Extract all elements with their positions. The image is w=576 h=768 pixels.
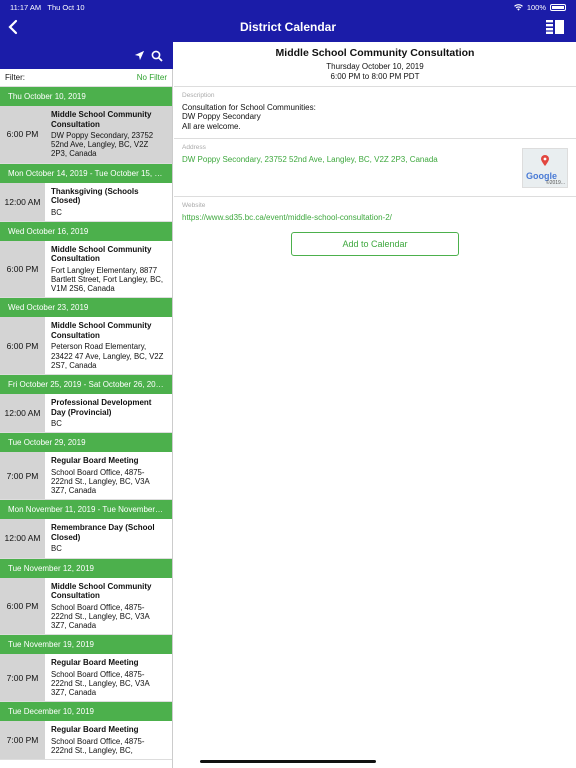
battery-icon — [550, 4, 566, 11]
event-body: Regular Board Meeting School Board Office… — [45, 654, 172, 701]
event-title: Middle School Community Consultation — [51, 321, 152, 340]
event-title: Middle School Community Consultation — [51, 110, 152, 129]
event-body: Middle School Community Consultation Fort… — [45, 241, 172, 298]
address-section: Address DW Poppy Secondary, 23752 52nd A… — [174, 138, 576, 196]
event-time: 6:00 PM — [0, 317, 45, 375]
address-link[interactable]: DW Poppy Secondary, 23752 52nd Ave, Lang… — [182, 155, 568, 164]
battery-percent: 100% — [526, 3, 546, 12]
filter-row[interactable]: Filter: No Filter — [0, 69, 172, 87]
event-location: DW Poppy Secondary, 23752 52nd Ave, Lang… — [51, 131, 154, 159]
event-row[interactable]: 7:00 PM Regular Board Meeting School Board… — [0, 721, 172, 761]
description-line: Consultation for School Communities: — [182, 103, 316, 112]
detail-title: Middle School Community Consultation — [275, 47, 475, 59]
event-location: School Board Office, 4875-222nd St., Lan… — [51, 669, 150, 698]
event-title: Remembrance Day (School Closed) — [51, 523, 155, 542]
event-title: Regular Board Meeting — [51, 725, 139, 735]
filter-label: Filter: — [5, 73, 25, 82]
event-body: Thanksgiving (Schools Closed) BC — [45, 183, 172, 221]
description-label: Description — [182, 92, 215, 99]
filter-value[interactable]: No Filter — [137, 73, 167, 82]
event-location: BC — [51, 207, 62, 217]
event-title: Professional Development Day (Provincial… — [51, 398, 152, 417]
event-time: 12:00 AM — [0, 394, 45, 433]
event-body: Regular Board Meeting School Board Office… — [45, 452, 172, 499]
event-body: Professional Development Day (Provincial… — [45, 394, 172, 432]
day-header: Mon October 14, 2019 - Tue October 15, 2… — [0, 163, 172, 183]
day-header: Tue October 29, 2019 — [0, 433, 172, 453]
event-title: Thanksgiving (Schools Closed) — [51, 186, 139, 206]
wifi-icon — [513, 4, 523, 11]
detail-time: 6:00 PM to 8:00 PM PDT — [330, 71, 420, 81]
day-header: Wed October 23, 2019 — [0, 298, 172, 318]
event-time: 6:00 PM — [0, 240, 45, 298]
status-bar: 11:17 AM Thu Oct 10 100% — [0, 2, 576, 14]
day-header: Mon November 11, 2019 - Tue November 12,… — [0, 500, 172, 520]
event-title: Middle School Community Consultation — [51, 581, 152, 601]
event-row[interactable]: 6:00 PM Middle School Community Consultat… — [0, 106, 172, 164]
event-location: School Board Office, 4875-222nd St., Lan… — [51, 602, 150, 630]
map-pin-icon — [541, 155, 549, 166]
event-time: 12:00 AM — [0, 519, 45, 558]
event-time: 7:00 PM — [0, 452, 45, 500]
add-to-calendar-button[interactable]: Add to Calendar — [291, 232, 459, 256]
event-row[interactable]: 7:00 PM Regular Board Meeting School Board… — [0, 654, 172, 703]
event-row[interactable]: 12:00 AM Remembrance Day (School Closed) B… — [0, 519, 172, 559]
event-row[interactable]: 6:00 PM Middle School Community Consultat… — [0, 317, 172, 376]
nav-title: District Calendar — [239, 20, 337, 34]
map-copyright: ©2019... — [546, 180, 565, 186]
list-toolbar — [0, 42, 173, 69]
home-indicator — [200, 760, 376, 763]
event-body: Middle School Community Consultation Pete… — [45, 317, 172, 374]
event-time: 7:00 PM — [0, 721, 45, 760]
event-body: Middle School Community Consultation Scho… — [45, 578, 172, 635]
day-header: Tue November 12, 2019 — [0, 558, 172, 578]
event-detail: Middle School Community Consultation Thu… — [174, 42, 576, 768]
event-location: Fort Langley Elementary, 8877 Bartlett S… — [51, 265, 164, 294]
search-icon[interactable] — [151, 50, 163, 62]
event-row[interactable]: 12:00 AM Professional Development Day (Pr… — [0, 394, 172, 434]
event-body: Remembrance Day (School Closed) BC — [45, 519, 172, 557]
event-title: Regular Board Meeting — [51, 658, 139, 668]
address-label: Address — [182, 144, 206, 151]
status-time: 11:17 AM Thu Oct 10 — [10, 3, 85, 12]
event-row[interactable]: 6:00 PM Middle School Community Consultat… — [0, 240, 172, 299]
event-location: Peterson Road Elementary, 23422 47 Ave, … — [51, 342, 164, 370]
event-list[interactable]: Filter: No Filter Thu October 10, 2019 6:… — [0, 69, 173, 768]
event-body: Regular Board Meeting School Board Office… — [45, 721, 172, 759]
website-link[interactable]: https://www.sd35.bc.ca/event/middle-scho… — [182, 213, 568, 222]
event-location: BC — [51, 544, 62, 554]
event-location: BC — [51, 419, 62, 429]
event-row[interactable]: 12:00 AM Thanksgiving (Schools Closed) BC — [0, 182, 172, 222]
event-body: Middle School Community Consultation DW P… — [45, 106, 172, 163]
day-groups: Thu October 10, 2019 6:00 PM Middle School… — [0, 87, 172, 761]
day-header: Wed October 16, 2019 — [0, 221, 172, 241]
website-section: Website https://www.sd35.bc.ca/event/mid… — [174, 196, 576, 228]
description-section: Description Consultation for School Comm… — [174, 86, 576, 138]
description-line: DW Poppy Secondary — [182, 112, 261, 122]
event-time: 6:00 PM — [0, 577, 45, 635]
day-header: Fri October 25, 2019 - Sat October 26, 2… — [0, 375, 172, 395]
day-header: Tue December 10, 2019 — [0, 702, 172, 722]
top-bar: 11:17 AM Thu Oct 10 100% District Calend… — [0, 0, 576, 42]
location-arrow-icon[interactable] — [134, 50, 145, 61]
event-location: School Board Office, 4875-222nd St., Lan… — [51, 736, 145, 755]
event-row[interactable]: 6:00 PM Middle School Community Consultat… — [0, 577, 172, 636]
event-title: Middle School Community Consultation — [51, 244, 152, 264]
detail-date: Thursday October 10, 2019 — [326, 62, 424, 71]
day-header: Tue November 19, 2019 — [0, 635, 172, 655]
map-thumbnail[interactable]: Google ©2019... — [522, 148, 568, 188]
event-time: 6:00 PM — [0, 106, 45, 163]
status-right: 100% — [513, 3, 566, 12]
event-time: 12:00 AM — [0, 182, 45, 221]
description-line: All are welcome. — [182, 121, 241, 131]
event-row[interactable]: 7:00 PM Regular Board Meeting School Board… — [0, 452, 172, 501]
event-location: School Board Office, 4875-222nd St., Lan… — [51, 467, 150, 496]
day-header: Thu October 10, 2019 — [0, 87, 172, 106]
event-title: Regular Board Meeting — [51, 456, 139, 466]
website-label: Website — [182, 202, 206, 209]
list-view-icon[interactable] — [546, 20, 564, 34]
event-time: 7:00 PM — [0, 654, 45, 702]
